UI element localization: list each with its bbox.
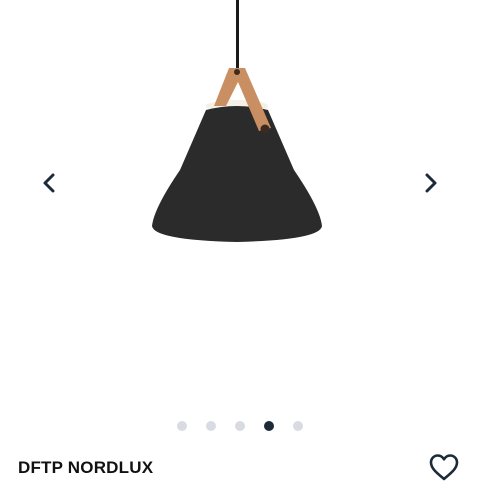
lamp-shade: [152, 106, 322, 242]
product-gallery[interactable]: [0, 0, 480, 440]
pagination-dot[interactable]: [293, 421, 303, 431]
gallery-pagination: [0, 420, 480, 432]
heart-icon: [429, 454, 459, 481]
product-brand: DFTP NORDLUX: [18, 458, 154, 477]
pagination-dot[interactable]: [206, 421, 216, 431]
product-image: [152, 0, 322, 242]
lamp-cord: [236, 0, 239, 78]
wishlist-button[interactable]: [428, 452, 460, 482]
strap-ring: [234, 69, 240, 75]
pagination-dot[interactable]: [177, 421, 187, 431]
chevron-right-icon: [425, 173, 437, 193]
pagination-dot[interactable]: [235, 421, 245, 431]
gallery-prev-button[interactable]: [34, 168, 64, 198]
pagination-dot[interactable]: [264, 421, 274, 431]
gallery-next-button[interactable]: [416, 168, 446, 198]
strap-rivet: [260, 124, 270, 134]
chevron-left-icon: [43, 173, 55, 193]
